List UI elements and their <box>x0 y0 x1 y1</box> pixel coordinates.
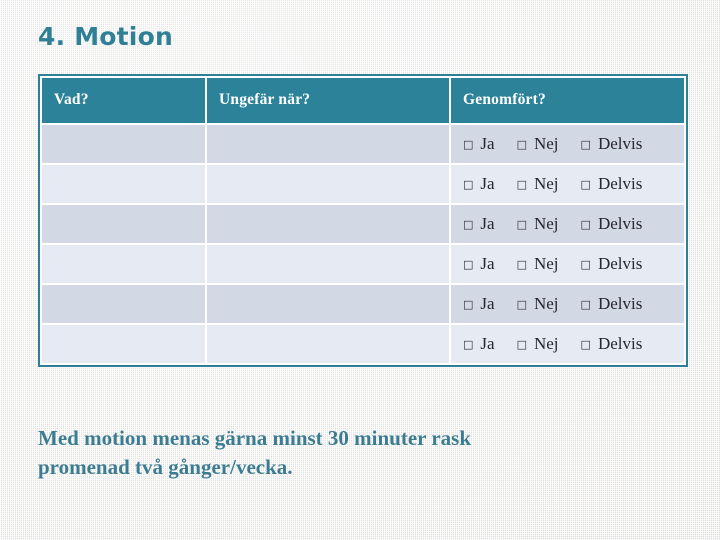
checkbox-icon[interactable]: □ <box>581 139 591 150</box>
choice-label-delvis: Delvis <box>597 174 643 193</box>
checkbox-icon[interactable]: □ <box>463 259 473 270</box>
checkbox-icon[interactable]: □ <box>517 139 527 150</box>
table-row: □ Ja □ Nej □ Delvis <box>42 285 684 323</box>
cell-what[interactable] <box>42 125 205 163</box>
choice-label-nej: Nej <box>533 294 559 313</box>
page-title: 4. Motion <box>38 22 173 51</box>
choice-label-delvis: Delvis <box>597 294 643 313</box>
choice-label-nej: Nej <box>533 214 559 233</box>
choice-nej[interactable]: □ Nej <box>517 294 559 314</box>
choice-nej[interactable]: □ Nej <box>517 254 559 274</box>
table-row: □ Ja □ Nej □ Delvis <box>42 165 684 203</box>
checkbox-icon[interactable]: □ <box>517 219 527 230</box>
choice-ja[interactable]: □ Ja <box>463 294 495 314</box>
checkbox-icon[interactable]: □ <box>463 179 473 190</box>
table-row: □ Ja □ Nej □ Delvis <box>42 325 684 363</box>
cell-what[interactable] <box>42 245 205 283</box>
choice-ja[interactable]: □ Ja <box>463 174 495 194</box>
choice-group: □ Ja □ Nej □ Delvis <box>463 334 674 354</box>
cell-what[interactable] <box>42 165 205 203</box>
footnote-line-1: Med motion menas gärna minst 30 minuter … <box>38 426 472 450</box>
cell-when[interactable] <box>207 125 449 163</box>
checkbox-icon[interactable]: □ <box>463 299 473 310</box>
cell-done: □ Ja □ Nej □ Delvis <box>451 205 684 243</box>
checkbox-icon[interactable]: □ <box>581 179 591 190</box>
column-header-done: Genomfört? <box>451 78 684 123</box>
choice-label-delvis: Delvis <box>597 134 643 153</box>
cell-when[interactable] <box>207 285 449 323</box>
choice-nej[interactable]: □ Nej <box>517 214 559 234</box>
choice-group: □ Ja □ Nej □ Delvis <box>463 174 674 194</box>
column-header-when: Ungefär när? <box>207 78 449 123</box>
cell-done: □ Ja □ Nej □ Delvis <box>451 125 684 163</box>
checkbox-icon[interactable]: □ <box>581 339 591 350</box>
checkbox-icon[interactable]: □ <box>517 339 527 350</box>
choice-ja[interactable]: □ Ja <box>463 134 495 154</box>
footnote-line-2: promenad två gånger/vecka. <box>38 454 293 479</box>
footnote-text: Med motion menas gärna minst 30 minuter … <box>38 424 658 482</box>
checkbox-icon[interactable]: □ <box>463 219 473 230</box>
choice-delvis[interactable]: □ Delvis <box>581 294 643 314</box>
table-row: □ Ja □ Nej □ Delvis <box>42 205 684 243</box>
choice-nej[interactable]: □ Nej <box>517 134 559 154</box>
choice-label-nej: Nej <box>533 334 559 353</box>
choice-group: □ Ja □ Nej □ Delvis <box>463 134 674 154</box>
choice-delvis[interactable]: □ Delvis <box>581 134 643 154</box>
choice-label-ja: Ja <box>480 334 495 353</box>
survey-table-container: Vad? Ungefär när? Genomfört? □ Ja □ Nej … <box>38 74 688 367</box>
choice-label-delvis: Delvis <box>597 254 643 273</box>
checkbox-icon[interactable]: □ <box>517 299 527 310</box>
choice-ja[interactable]: □ Ja <box>463 214 495 234</box>
choice-label-nej: Nej <box>533 134 559 153</box>
choice-group: □ Ja □ Nej □ Delvis <box>463 214 674 234</box>
choice-label-ja: Ja <box>480 254 495 273</box>
choice-label-ja: Ja <box>480 134 495 153</box>
choice-label-nej: Nej <box>533 254 559 273</box>
choice-nej[interactable]: □ Nej <box>517 174 559 194</box>
choice-group: □ Ja □ Nej □ Delvis <box>463 294 674 314</box>
survey-table: Vad? Ungefär när? Genomfört? □ Ja □ Nej … <box>40 76 686 365</box>
choice-group: □ Ja □ Nej □ Delvis <box>463 254 674 274</box>
cell-when[interactable] <box>207 165 449 203</box>
checkbox-icon[interactable]: □ <box>581 299 591 310</box>
choice-label-ja: Ja <box>480 214 495 233</box>
choice-label-ja: Ja <box>480 174 495 193</box>
choice-label-delvis: Delvis <box>597 214 643 233</box>
table-header: Vad? Ungefär när? Genomfört? <box>42 78 684 123</box>
choice-nej[interactable]: □ Nej <box>517 334 559 354</box>
column-header-what: Vad? <box>42 78 205 123</box>
cell-when[interactable] <box>207 325 449 363</box>
cell-when[interactable] <box>207 245 449 283</box>
cell-done: □ Ja □ Nej □ Delvis <box>451 245 684 283</box>
checkbox-icon[interactable]: □ <box>517 259 527 270</box>
checkbox-icon[interactable]: □ <box>581 259 591 270</box>
cell-done: □ Ja □ Nej □ Delvis <box>451 285 684 323</box>
choice-ja[interactable]: □ Ja <box>463 334 495 354</box>
choice-label-delvis: Delvis <box>597 334 643 353</box>
cell-what[interactable] <box>42 285 205 323</box>
cell-what[interactable] <box>42 205 205 243</box>
cell-done: □ Ja □ Nej □ Delvis <box>451 165 684 203</box>
choice-delvis[interactable]: □ Delvis <box>581 214 643 234</box>
checkbox-icon[interactable]: □ <box>517 179 527 190</box>
checkbox-icon[interactable]: □ <box>463 339 473 350</box>
checkbox-icon[interactable]: □ <box>463 139 473 150</box>
slide-canvas: 4. Motion Vad? Ungefär när? Genomfört? □… <box>0 0 720 540</box>
choice-delvis[interactable]: □ Delvis <box>581 334 643 354</box>
choice-delvis[interactable]: □ Delvis <box>581 254 643 274</box>
checkbox-icon[interactable]: □ <box>581 219 591 230</box>
cell-what[interactable] <box>42 325 205 363</box>
choice-ja[interactable]: □ Ja <box>463 254 495 274</box>
cell-done: □ Ja □ Nej □ Delvis <box>451 325 684 363</box>
cell-when[interactable] <box>207 205 449 243</box>
choice-label-nej: Nej <box>533 174 559 193</box>
table-header-row: Vad? Ungefär när? Genomfört? <box>42 78 684 123</box>
choice-delvis[interactable]: □ Delvis <box>581 174 643 194</box>
table-body: □ Ja □ Nej □ Delvis □ Ja □ Nej □ Delvis … <box>42 125 684 363</box>
table-row: □ Ja □ Nej □ Delvis <box>42 245 684 283</box>
table-row: □ Ja □ Nej □ Delvis <box>42 125 684 163</box>
choice-label-ja: Ja <box>480 294 495 313</box>
